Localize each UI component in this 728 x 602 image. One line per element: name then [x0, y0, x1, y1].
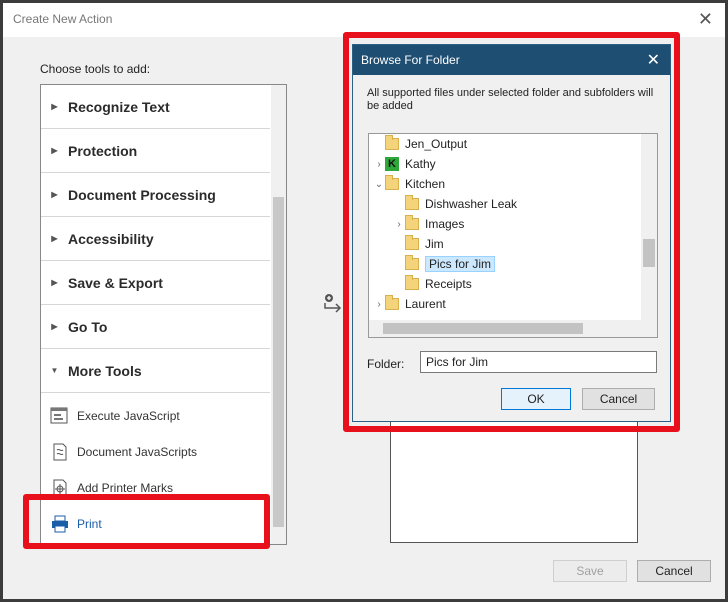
category-document-processing[interactable]: ▶ Document Processing: [41, 173, 270, 217]
category-go-to[interactable]: ▶ Go To: [41, 305, 270, 349]
category-label: Save & Export: [68, 274, 163, 291]
tool-label: Add Printer Marks: [77, 481, 174, 495]
tools-scrollbar[interactable]: [271, 85, 286, 544]
save-button[interactable]: Save: [553, 560, 627, 582]
category-label: Protection: [68, 142, 138, 159]
category-more-tools[interactable]: ▼ More Tools: [41, 349, 270, 393]
highlight-box-print-tool: [23, 494, 270, 549]
highlight-box-browse-dialog: [343, 32, 680, 432]
expand-arrow-icon: ▶: [51, 102, 58, 111]
tool-document-javascripts[interactable]: Document JavaScripts: [49, 437, 269, 467]
expand-arrow-icon: ▶: [51, 146, 58, 155]
category-label: Document Processing: [68, 186, 216, 203]
close-icon[interactable]: ✕: [698, 9, 713, 30]
collapse-arrow-icon: ▼: [50, 366, 59, 375]
tool-execute-javascript[interactable]: Execute JavaScript: [49, 401, 269, 431]
document-script-icon: [49, 441, 71, 463]
choose-tools-label: Choose tools to add:: [40, 62, 151, 76]
tools-list: ▶ Recognize Text ▶ Protection ▶ Document…: [40, 84, 287, 545]
expand-arrow-icon: ▶: [51, 234, 58, 243]
tool-label: Document JavaScripts: [77, 445, 198, 459]
category-accessibility[interactable]: ▶ Accessibility: [41, 217, 270, 261]
expand-arrow-icon: ▶: [51, 322, 58, 331]
tool-label: Execute JavaScript: [77, 409, 180, 423]
action-steps-panel: [390, 413, 638, 543]
category-label: Go To: [68, 318, 108, 335]
cancel-button[interactable]: Cancel: [637, 560, 711, 582]
category-save-export[interactable]: ▶ Save & Export: [41, 261, 270, 305]
expand-arrow-icon: ▶: [51, 190, 58, 199]
javascript-window-icon: [49, 405, 71, 427]
category-recognize-text[interactable]: ▶ Recognize Text: [41, 85, 270, 129]
category-protection[interactable]: ▶ Protection: [41, 129, 270, 173]
add-arrow-icon[interactable]: [322, 293, 344, 320]
category-label: Accessibility: [68, 230, 154, 247]
scrollbar-thumb[interactable]: [273, 197, 284, 527]
expand-arrow-icon: ▶: [51, 278, 58, 287]
window-title: Create New Action: [13, 12, 113, 26]
category-label: Recognize Text: [68, 98, 170, 115]
category-label: More Tools: [68, 362, 142, 379]
